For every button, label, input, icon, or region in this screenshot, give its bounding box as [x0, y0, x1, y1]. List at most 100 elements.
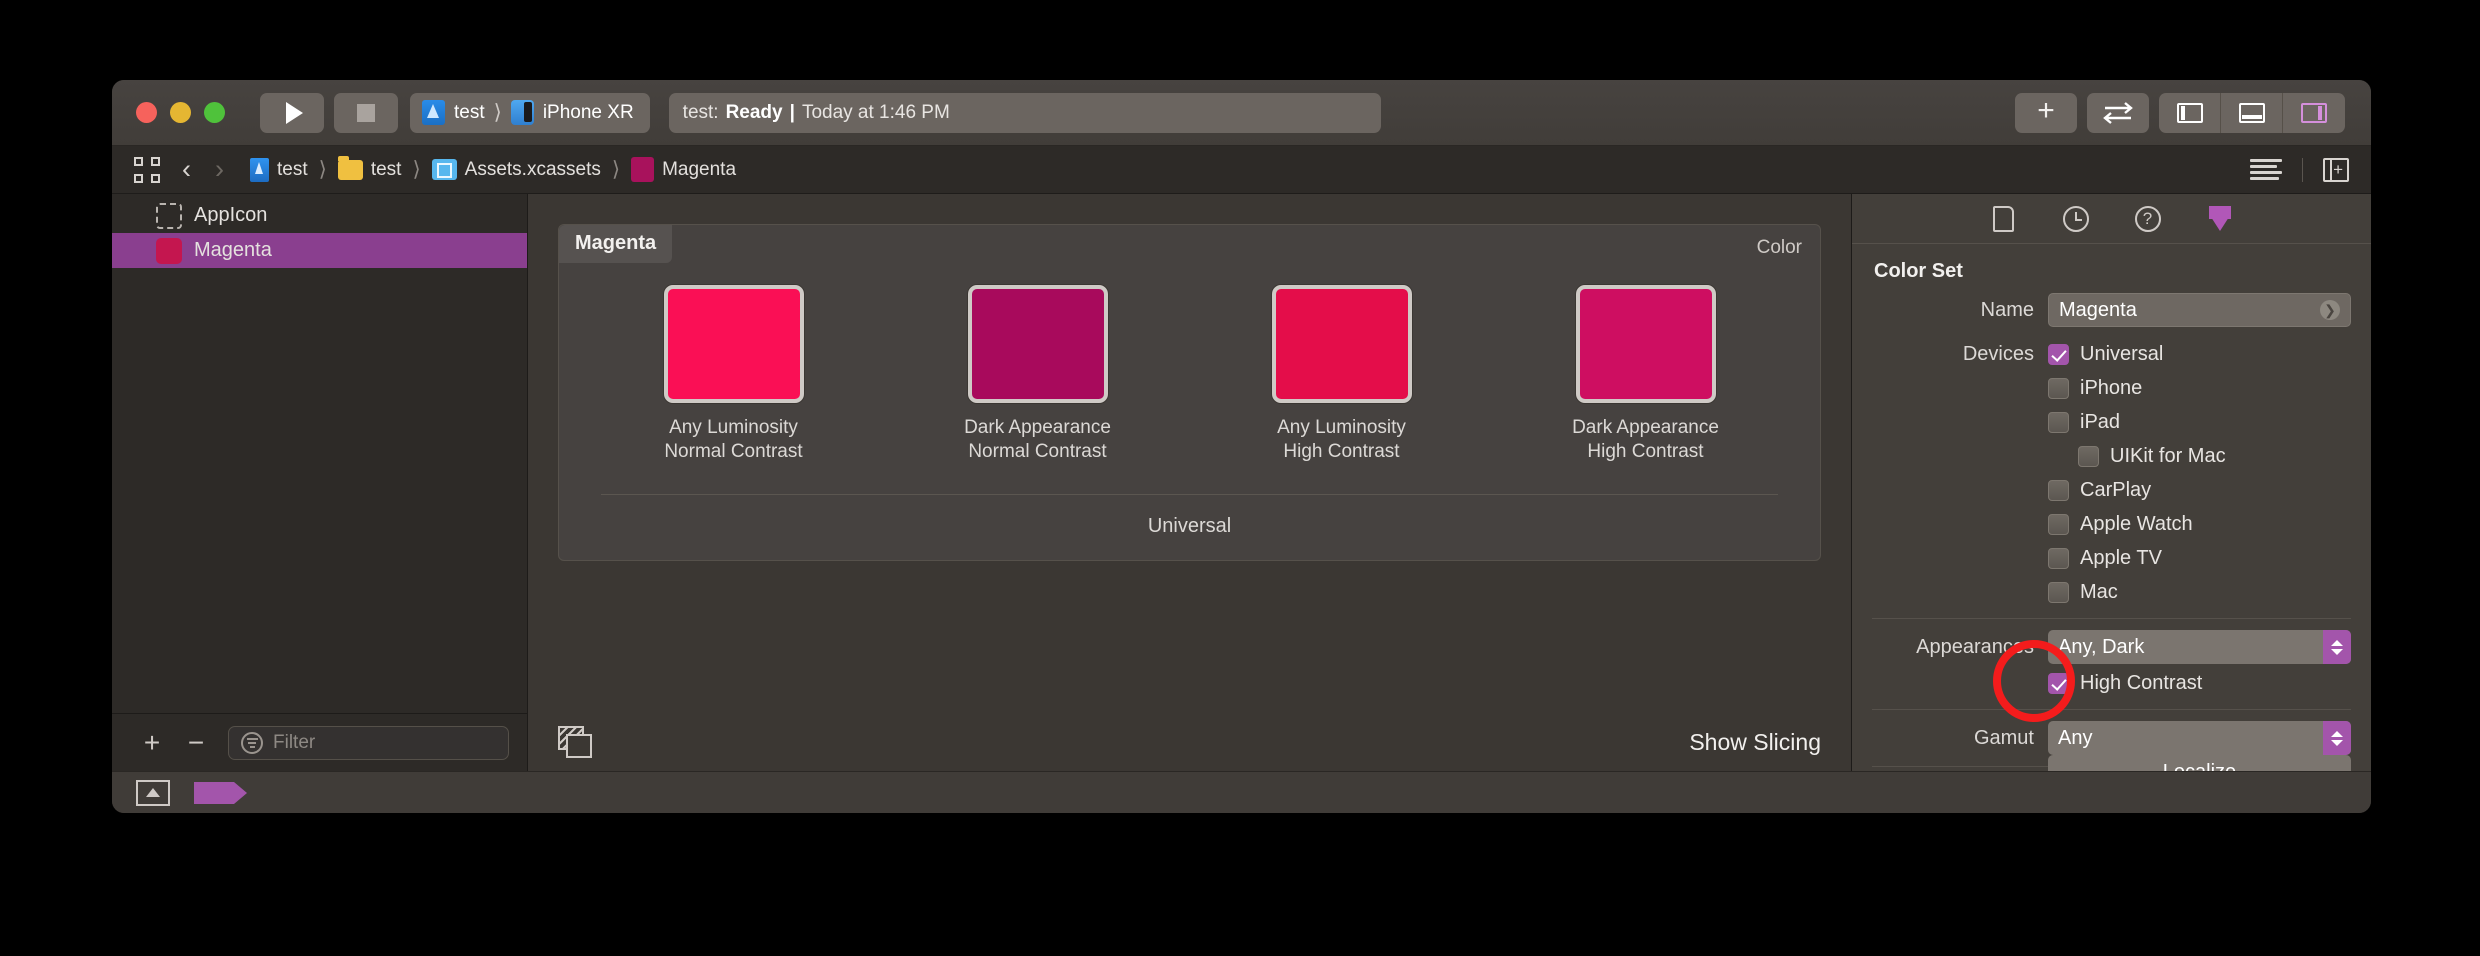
device-row-ipad[interactable]: iPad — [1852, 405, 2371, 439]
remove-asset-button[interactable]: − — [174, 728, 218, 757]
swatch-label-line1: Any Luminosity — [1277, 417, 1406, 438]
chevron-updown-icon[interactable] — [2323, 630, 2351, 664]
window-controls — [136, 102, 225, 123]
checkbox-mac[interactable] — [2048, 581, 2069, 603]
device-row-mac[interactable]: Mac — [1852, 575, 2371, 609]
breadcrumb-item-folder[interactable]: test — [337, 155, 402, 181]
add-asset-button[interactable]: + — [130, 728, 174, 757]
list-item-appicon[interactable]: AppIcon — [112, 198, 527, 233]
swatch-cell[interactable]: Dark Appearance Normal Contrast — [918, 285, 1158, 464]
xcode-window: test ⟩ iPhone XR test: Ready | Today at … — [112, 80, 2371, 813]
device-row-iphone[interactable]: iPhone — [1852, 371, 2371, 405]
main-split-view: AppIcon Magenta + − Filter Magenta Color… — [112, 194, 2371, 789]
related-items-icon[interactable] — [134, 156, 160, 183]
toggle-navigator-button[interactable] — [2159, 92, 2221, 133]
scheme-destination-selector[interactable]: test ⟩ iPhone XR — [410, 92, 650, 133]
device-row-uikit-for-mac[interactable]: UIKit for Mac — [1852, 439, 2371, 473]
high-contrast-row[interactable]: High Contrast — [1852, 666, 2371, 700]
toggle-inspector-button[interactable] — [2283, 93, 2345, 133]
appearances-select[interactable]: Any, Dark — [2048, 630, 2351, 664]
swap-arrows-button[interactable] — [2087, 92, 2149, 133]
tag-icon[interactable] — [194, 781, 247, 804]
list-item-magenta[interactable]: Magenta — [112, 233, 527, 268]
checkbox-high-contrast[interactable] — [2048, 672, 2069, 694]
jump-bar: ‹ › test ⟩ test ⟩ Assets.xcassets ⟩ Mage… — [112, 146, 2371, 194]
add-button[interactable]: + — [2015, 92, 2077, 133]
gamut-select[interactable]: Any — [2048, 721, 2351, 755]
device-row-carplay[interactable]: CarPlay — [1852, 473, 2371, 507]
quick-help-icon[interactable]: ? — [2134, 205, 2162, 233]
device-label: CarPlay — [2080, 478, 2152, 501]
device-row-universal[interactable]: Devices Universal — [1852, 337, 2371, 371]
high-contrast-label: High Contrast — [2080, 671, 2203, 694]
show-hide-icon[interactable] — [136, 779, 170, 806]
stop-button[interactable] — [334, 92, 398, 133]
attributes-inspector-icon[interactable] — [2206, 205, 2234, 233]
status-state: Ready — [725, 101, 783, 123]
swatch-cell[interactable]: Dark Appearance High Contrast — [1526, 285, 1766, 464]
section-title-color-set: Color Set — [1874, 260, 1963, 282]
color-swatch[interactable] — [663, 285, 804, 403]
swatch-cell[interactable]: Any Luminosity Normal Contrast — [614, 285, 854, 464]
outline-toolbar: + − Filter — [112, 713, 527, 771]
breadcrumb-label: test — [277, 158, 308, 180]
clear-icon[interactable]: ❯ — [2320, 300, 2340, 320]
breadcrumb-item-colorset[interactable]: Magenta — [631, 157, 736, 182]
slicing-icon[interactable] — [558, 726, 594, 758]
assets-catalog-icon — [431, 159, 457, 180]
gamut-value: Any — [2058, 726, 2093, 749]
group-label: Universal — [1147, 515, 1232, 537]
close-button[interactable] — [136, 102, 157, 123]
minimap-icon[interactable] — [2250, 158, 2282, 181]
devices-label: Devices — [1962, 342, 2034, 365]
xcode-project-icon — [250, 157, 269, 182]
appicon-placeholder-icon — [156, 202, 182, 229]
color-swatch[interactable] — [1271, 285, 1412, 403]
breadcrumb-item-project[interactable]: test — [250, 157, 308, 182]
list-item-label: AppIcon — [194, 204, 268, 226]
show-slicing-button[interactable]: Show Slicing — [1689, 729, 1821, 756]
device-row-apple-watch[interactable]: Apple Watch — [1852, 507, 2371, 541]
forward-button[interactable]: › — [215, 154, 224, 185]
zoom-button[interactable] — [204, 102, 225, 123]
checkbox-apple-tv[interactable] — [2048, 547, 2069, 569]
simulator-icon — [510, 100, 534, 125]
color-swatch[interactable] — [1575, 285, 1716, 403]
filter-icon — [241, 731, 263, 754]
checkbox-apple-watch[interactable] — [2048, 513, 2069, 535]
checkbox-iphone[interactable] — [2048, 377, 2069, 399]
toggle-debug-area-button[interactable] — [2221, 92, 2283, 133]
color-swatch-icon — [156, 237, 182, 264]
scheme-separator-icon: ⟩ — [493, 101, 502, 124]
breadcrumb-item-assets[interactable]: Assets.xcassets — [431, 159, 601, 181]
swatch-label-line2: Normal Contrast — [664, 440, 803, 462]
swatch-row: Any Luminosity Normal Contrast Dark Appe… — [559, 225, 1820, 464]
device-row-apple-tv[interactable]: Apple TV — [1852, 541, 2371, 575]
name-row: Name Magenta ❯ — [1852, 291, 2371, 329]
add-editor-icon[interactable]: + — [2323, 157, 2349, 182]
filter-input[interactable]: Filter — [228, 725, 509, 760]
breadcrumb-separator-icon: ⟩ — [412, 158, 421, 181]
filter-placeholder: Filter — [273, 731, 316, 753]
checkbox-carplay[interactable] — [2048, 479, 2069, 501]
activity-status-bar[interactable]: test: Ready | Today at 1:46 PM — [668, 92, 1381, 133]
run-button[interactable] — [260, 92, 324, 133]
checkbox-uikit-for-mac[interactable] — [2078, 445, 2099, 467]
swatch-label-line2: Normal Contrast — [968, 440, 1107, 462]
checkbox-universal[interactable] — [2048, 343, 2069, 365]
chevron-updown-icon[interactable] — [2323, 721, 2351, 755]
xcode-project-icon — [422, 100, 445, 125]
history-inspector-icon[interactable] — [2062, 205, 2090, 233]
file-inspector-icon[interactable] — [1990, 205, 2018, 233]
inspector-pane-icon — [2301, 102, 2327, 123]
checkbox-ipad[interactable] — [2048, 411, 2069, 433]
minimize-button[interactable] — [170, 102, 191, 123]
color-swatch[interactable] — [967, 285, 1108, 403]
appearances-label: Appearances — [1916, 635, 2034, 658]
divider — [2302, 157, 2303, 182]
back-button[interactable]: ‹ — [182, 154, 191, 185]
swatch-cell[interactable]: Any Luminosity High Contrast — [1222, 285, 1462, 464]
device-label: UIKit for Mac — [2110, 444, 2226, 467]
name-input[interactable]: Magenta ❯ — [2048, 293, 2351, 327]
breadcrumb-label: test — [370, 158, 402, 180]
